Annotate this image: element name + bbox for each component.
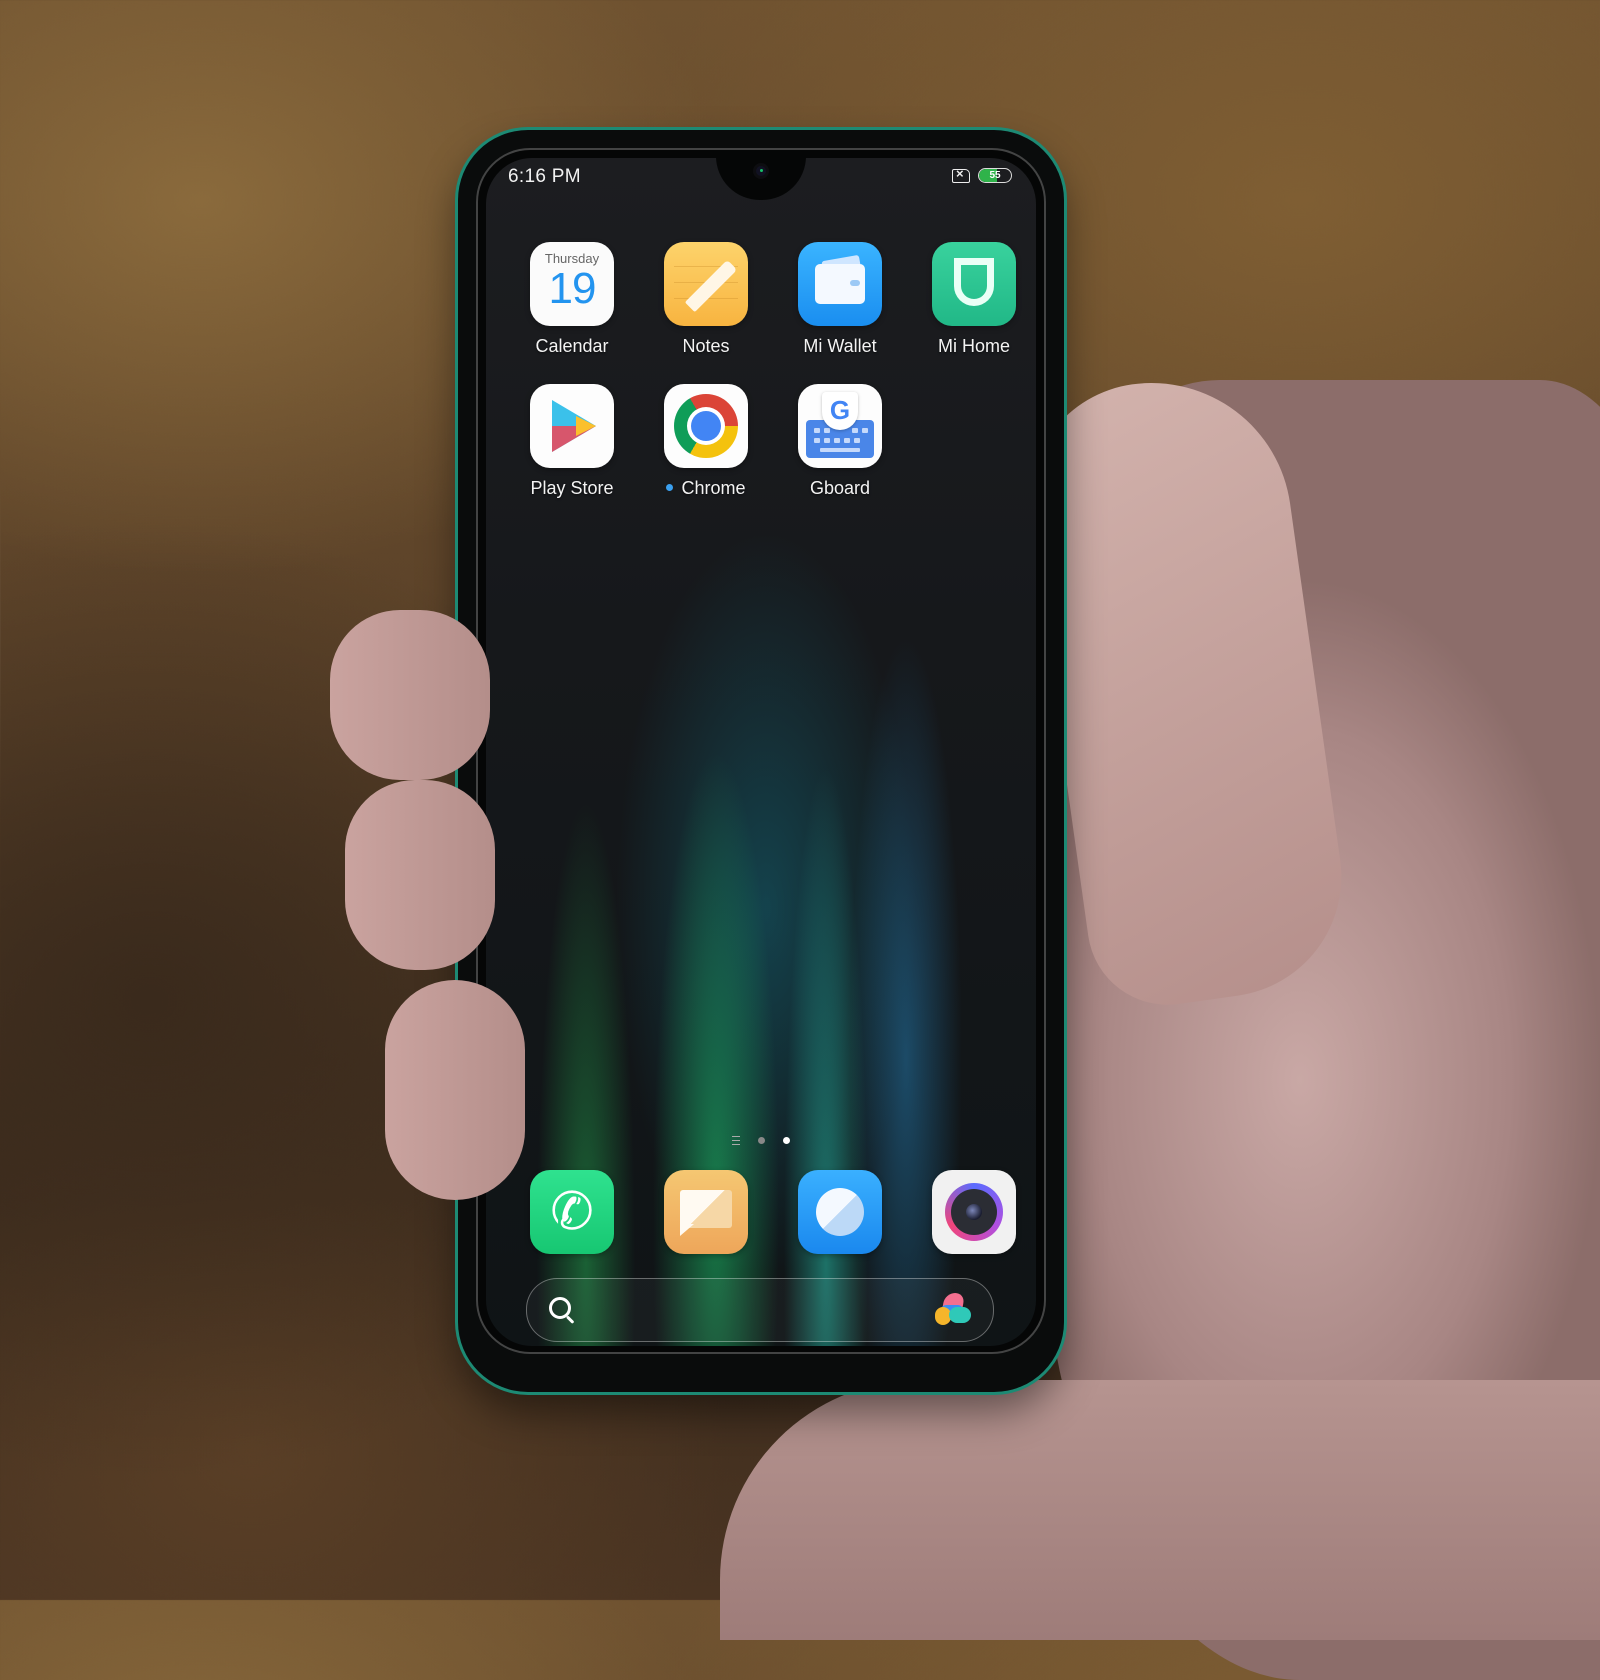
- app-notes[interactable]: Notes: [646, 242, 766, 357]
- app-vault-icon[interactable]: [935, 1293, 971, 1327]
- app-label-text: Chrome: [681, 478, 746, 498]
- phone-glyph: ✆: [550, 1183, 594, 1241]
- camera-icon: [932, 1170, 1016, 1254]
- status-icons: 55: [952, 166, 1012, 183]
- google-g-glyph: G: [822, 392, 858, 430]
- battery-icon: 55: [978, 168, 1012, 183]
- calendar-date: 19: [548, 264, 597, 313]
- gboard-icon: G: [798, 384, 882, 468]
- hand-finger: [330, 610, 490, 780]
- search-bar[interactable]: [526, 1278, 994, 1342]
- calendar-icon: Thursday 19: [530, 242, 614, 326]
- home-screen: 6:16 PM 55 Thursday 19 Calendar: [486, 158, 1036, 1346]
- status-time: 6:16 PM: [508, 166, 581, 187]
- battery-level: 55: [989, 170, 1001, 181]
- phone-device: 6:16 PM 55 Thursday 19 Calendar: [458, 130, 1064, 1392]
- app-play-store[interactable]: Play Store: [512, 384, 632, 499]
- pencil-shape: [684, 259, 738, 313]
- play-store-icon: [530, 384, 614, 468]
- app-label: Notes: [682, 336, 730, 356]
- chrome-icon: [664, 384, 748, 468]
- hand-wrist: [720, 1380, 1600, 1640]
- app-list-icon[interactable]: [731, 1136, 740, 1146]
- hand-finger: [345, 780, 495, 970]
- dock-camera[interactable]: [914, 1170, 1034, 1254]
- app-gboard[interactable]: G Gboard: [780, 384, 900, 499]
- dock-messaging[interactable]: [646, 1170, 766, 1254]
- app-label: Mi Wallet: [803, 336, 877, 356]
- page-dot-1[interactable]: [758, 1137, 765, 1145]
- phone-icon: ✆: [530, 1170, 614, 1254]
- dock-browser[interactable]: [780, 1170, 900, 1254]
- new-app-dot: [666, 483, 674, 491]
- search-icon[interactable]: [549, 1297, 571, 1319]
- app-mi-wallet[interactable]: Mi Wallet: [780, 242, 900, 357]
- page-dot-2-active[interactable]: [783, 1137, 791, 1145]
- app-mi-home[interactable]: Mi Home: [914, 242, 1034, 357]
- messaging-icon: [664, 1170, 748, 1254]
- hand-finger: [385, 980, 525, 1200]
- app-label: Calendar: [535, 336, 609, 356]
- app-label: Mi Home: [937, 336, 1010, 356]
- app-label: Play Store: [530, 478, 614, 498]
- notes-icon: [664, 242, 748, 326]
- dock-phone[interactable]: ✆: [512, 1170, 632, 1254]
- app-chrome[interactable]: Chrome: [646, 384, 766, 499]
- status-bar: 6:16 PM 55: [508, 164, 1012, 190]
- wallet-icon: [798, 242, 882, 326]
- app-calendar[interactable]: Thursday 19 Calendar: [512, 242, 632, 357]
- app-label: Chrome: [646, 478, 766, 499]
- page-indicator: [486, 1132, 1036, 1150]
- browser-icon: [798, 1170, 882, 1254]
- no-sim-icon: [952, 166, 970, 183]
- mi-home-icon: [932, 242, 1016, 326]
- app-label: Gboard: [809, 478, 871, 498]
